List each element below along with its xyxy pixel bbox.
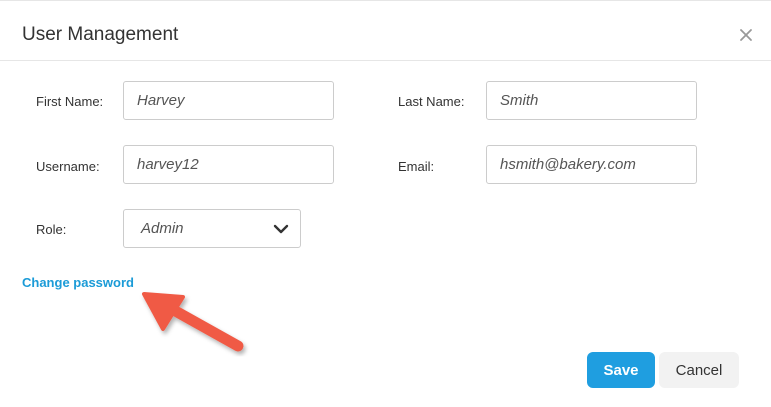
username-label: Username: — [36, 159, 100, 174]
change-password-link[interactable]: Change password — [22, 275, 134, 290]
first-name-input[interactable] — [123, 81, 334, 120]
cancel-button[interactable]: Cancel — [659, 352, 739, 388]
last-name-input[interactable] — [486, 81, 697, 120]
email-label: Email: — [398, 159, 435, 174]
role-label: Role: — [36, 222, 67, 237]
save-button[interactable]: Save — [587, 352, 655, 388]
dialog-header: User Management — [0, 11, 771, 61]
email-input[interactable] — [486, 145, 697, 184]
user-management-dialog: User Management First Name: Last Name: U… — [0, 0, 771, 407]
chevron-down-icon — [273, 224, 289, 234]
first-name-label: First Name: — [36, 94, 104, 109]
close-icon[interactable] — [736, 25, 756, 45]
red-arrow-icon — [142, 292, 244, 352]
last-name-label: Last Name: — [398, 94, 465, 109]
username-input[interactable] — [123, 145, 334, 184]
role-selected-value: Admin — [141, 220, 184, 237]
dialog-title: User Management — [22, 24, 179, 45]
role-select[interactable]: Admin — [123, 209, 301, 248]
